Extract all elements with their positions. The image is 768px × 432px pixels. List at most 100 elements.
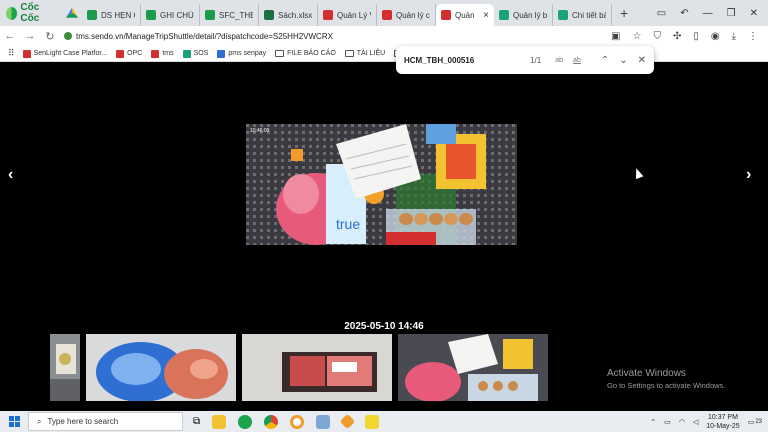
browser-tab[interactable]: Quản Lý V bbox=[318, 4, 377, 26]
apps-grid-icon[interactable]: ⠿ bbox=[8, 48, 15, 59]
url-field[interactable]: tms.sendo.vn/ManageTripShuttle/detail/?d… bbox=[64, 28, 611, 44]
taskbar-search[interactable]: ⌕ Type here to search bbox=[28, 412, 183, 431]
tab-label: SFC_THEO bbox=[219, 10, 253, 20]
extensions-icon[interactable]: ✣ bbox=[673, 31, 681, 42]
app-icon-blue[interactable] bbox=[316, 414, 331, 429]
browser-tab[interactable]: Quản lý ch bbox=[377, 4, 436, 26]
find-input[interactable]: HCM_TBH_000516 bbox=[404, 56, 530, 65]
chevron-up-icon[interactable]: ⌃ bbox=[650, 418, 656, 426]
find-close-button[interactable]: ✕ bbox=[638, 55, 646, 66]
svg-text:true: true bbox=[336, 216, 360, 232]
network-icon[interactable]: ▭ bbox=[664, 418, 671, 426]
browser-tab[interactable]: Sách.xlsx bbox=[259, 4, 318, 26]
task-view-icon[interactable]: ⧉ bbox=[193, 416, 200, 427]
find-next-button[interactable]: ⌄ bbox=[619, 55, 627, 66]
bookmark-item[interactable]: pms senpay bbox=[217, 49, 266, 58]
bookmark-favicon-icon bbox=[22, 49, 31, 58]
site-info-icon[interactable] bbox=[64, 32, 72, 40]
tab-favicon-icon bbox=[382, 10, 392, 20]
bookmark-item[interactable]: FILE BÁO CÁO bbox=[275, 50, 336, 58]
file-explorer-icon[interactable] bbox=[212, 414, 227, 429]
windows-logo-icon bbox=[8, 416, 20, 427]
clock-date: 10-May-25 bbox=[706, 422, 740, 430]
folder-icon bbox=[275, 50, 285, 57]
sticky-notes-icon[interactable] bbox=[365, 414, 380, 429]
browser-tab[interactable]: DS HẸN G bbox=[82, 4, 141, 26]
start-button[interactable] bbox=[0, 416, 28, 427]
brand-name: Cốc Cốc bbox=[20, 2, 40, 24]
volume-icon[interactable]: ◁ bbox=[693, 418, 698, 426]
bookmark-item[interactable]: SOS bbox=[182, 49, 208, 58]
browser-tab[interactable]: Chi tiết bả bbox=[553, 4, 612, 26]
bookmark-favicon-icon bbox=[217, 49, 226, 58]
whole-word-toggle[interactable]: ab bbox=[573, 57, 581, 64]
next-image-button[interactable]: › bbox=[746, 166, 751, 184]
url-text: tms.sendo.vn/ManageTripShuttle/detail/?d… bbox=[76, 31, 333, 41]
watermark-subtitle: Go to Settings to activate Windows. bbox=[607, 381, 726, 390]
minimize-button[interactable]: — bbox=[703, 8, 713, 19]
tab-favicon-icon bbox=[441, 10, 451, 20]
profile-icon[interactable]: ◉ bbox=[711, 31, 720, 42]
bookmark-item[interactable]: TÀI LIỆU bbox=[344, 50, 386, 58]
tab-favicon-icon bbox=[558, 10, 568, 20]
back-arrow-icon[interactable]: ↶ bbox=[680, 8, 688, 19]
forward-button[interactable]: → bbox=[20, 30, 40, 42]
search-icon: ⌕ bbox=[37, 416, 42, 426]
back-button[interactable]: ← bbox=[0, 30, 20, 42]
tab-favicon-icon bbox=[323, 10, 333, 20]
maximize-button[interactable]: ❐ bbox=[727, 8, 736, 19]
page-action-icon[interactable]: ▣ bbox=[611, 31, 620, 42]
activate-windows-watermark: Activate Windows Go to Settings to activ… bbox=[607, 368, 725, 390]
watermark-title: Activate Windows bbox=[607, 368, 686, 379]
browser-tab[interactable]: GHI CHÚ bbox=[141, 4, 200, 26]
thumbnail-strip bbox=[50, 334, 548, 401]
tab-label: Quản Lý V bbox=[337, 10, 371, 20]
find-previous-button[interactable]: ⌃ bbox=[601, 55, 609, 66]
browser-tab[interactable]: SFC_THEO bbox=[200, 4, 259, 26]
browser-tab[interactable]: Quản lý bả bbox=[494, 4, 553, 26]
match-case-toggle[interactable]: ab bbox=[555, 57, 563, 64]
shield-icon[interactable]: ⛉ bbox=[653, 31, 661, 42]
thumbnail-3[interactable] bbox=[242, 334, 392, 401]
tab-close-button[interactable]: × bbox=[483, 10, 489, 21]
chrome-icon[interactable] bbox=[264, 414, 279, 429]
menu-icon[interactable]: ⋮ bbox=[748, 31, 758, 42]
tab-favicon-icon bbox=[499, 10, 509, 20]
system-tray: ⌃ ▭ ◠ ◁ 10:37 PM 10-May-25 ▭ 23 bbox=[650, 411, 762, 432]
photo-timestamp: 2025-05-10 14:46 bbox=[344, 321, 424, 332]
new-tab-button[interactable]: + bbox=[620, 5, 628, 21]
bookmark-label: FILE BÁO CÁO bbox=[287, 50, 336, 57]
bookmark-item[interactable]: OPC bbox=[116, 49, 142, 58]
google-drive-icon[interactable] bbox=[66, 7, 78, 18]
bookmark-label: SenLight Case Platfor... bbox=[33, 50, 108, 57]
find-in-page-bar: HCM_TBH_000516 1/1 ab ab ⌃ ⌄ ✕ bbox=[396, 46, 654, 74]
app-icon-fox[interactable] bbox=[339, 413, 356, 430]
thumbnail-2[interactable] bbox=[86, 334, 236, 401]
bookmark-item[interactable]: tms bbox=[151, 49, 174, 58]
browser-tab[interactable]: Quản × bbox=[436, 4, 494, 26]
reload-button[interactable]: ↻ bbox=[40, 30, 60, 43]
bookmark-label: TÀI LIỆU bbox=[356, 50, 386, 57]
bookmark-star-icon[interactable]: ☆ bbox=[632, 31, 641, 42]
browser-brand[interactable]: Cốc Cốc bbox=[0, 2, 62, 24]
previous-image-button[interactable]: ‹ bbox=[8, 166, 13, 184]
app-icon-orange[interactable] bbox=[290, 414, 305, 429]
bookmark-favicon-icon bbox=[116, 49, 125, 58]
bookmark-item[interactable]: SenLight Case Platfor... bbox=[22, 49, 108, 58]
thumbnail-4[interactable] bbox=[398, 334, 548, 401]
tab-search-icon[interactable]: ▭ bbox=[657, 8, 666, 19]
tab-label: DS HẸN G bbox=[101, 10, 135, 20]
windows-taskbar: ⌕ Type here to search ⧉ ⌃ ▭ ◠ ◁ 10:37 PM… bbox=[0, 411, 768, 432]
bookmark-favicon-icon bbox=[182, 49, 191, 58]
notification-icon[interactable]: ▭ 23 bbox=[748, 418, 762, 426]
tab-label: Quản lý bả bbox=[513, 10, 547, 20]
coccoc-taskbar-icon[interactable] bbox=[238, 414, 253, 429]
download-icon[interactable]: ⤓ bbox=[732, 31, 736, 42]
browser-tab-bar: Cốc Cốc DS HẸN G GHI CHÚ SFC_THEO Sách.xlsx… bbox=[0, 0, 768, 26]
close-window-button[interactable]: ✕ bbox=[750, 8, 758, 19]
thumbnail-1[interactable] bbox=[50, 334, 80, 401]
clock[interactable]: 10:37 PM 10-May-25 bbox=[706, 413, 739, 431]
sidebar-icon[interactable]: ▯ bbox=[693, 31, 699, 42]
coccoc-logo-icon bbox=[6, 6, 18, 20]
wifi-icon[interactable]: ◠ bbox=[679, 418, 685, 426]
